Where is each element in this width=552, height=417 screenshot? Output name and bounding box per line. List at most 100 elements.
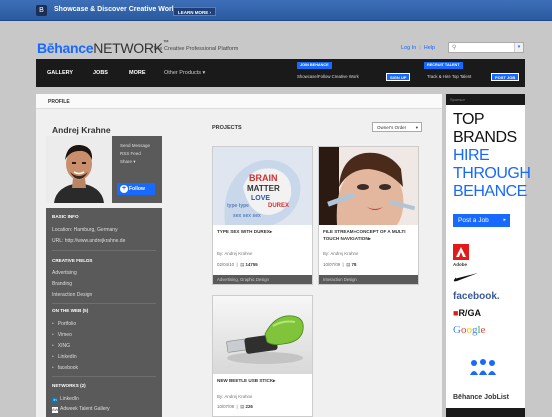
post-a-job-label: Post a Job [458, 217, 489, 224]
search-dropdown-button[interactable]: ▾ [514, 43, 523, 52]
behance-badge-icon: B [36, 5, 47, 16]
project-card[interactable]: FILE STREAM»CONCEPT OF A MULTI TOUCH NAV… [318, 146, 419, 285]
tagline: The Creative Professional Platform [153, 46, 239, 52]
help-link[interactable]: Help [424, 45, 435, 51]
rga-text: R/GA [458, 308, 481, 318]
web-link-xing[interactable]: XING [52, 343, 70, 349]
header-links: Log In | Help [401, 45, 436, 51]
nike-logo [453, 272, 479, 284]
profile-bar: PROFILE [36, 94, 442, 109]
web-link-portfolio[interactable]: Portfolio [52, 321, 76, 327]
ad-headline-line: BRANDS [453, 129, 517, 146]
brand-logo[interactable]: BēhanceNETWORK™ [37, 40, 169, 56]
profile-name: Andrej Krahne [52, 125, 111, 135]
joblist-logo: Bēhance JobList [453, 394, 510, 401]
recruit-tag: RECRUIT TALENT [424, 62, 463, 69]
project-author[interactable]: By: Andrej Krahne [217, 251, 252, 256]
plus-icon: + [120, 185, 128, 193]
network-adweek[interactable]: AW Adweek Talent Gallery [52, 406, 110, 413]
sort-select[interactable]: Owner's Order ▾ [372, 122, 422, 132]
project-card[interactable]: NEW BEETLE USB STICK▸ By: Andrej Krahne … [212, 295, 313, 417]
views-icon: ▤ [240, 404, 245, 409]
divider [52, 376, 156, 377]
project-tags[interactable]: Interaction Design [319, 275, 418, 284]
web-link-vimeo[interactable]: Vimeo [52, 332, 72, 338]
nav-other-products[interactable]: Other Products ▾ [164, 70, 205, 76]
creative-fields-heading: CREATIVE FIELDS [52, 258, 93, 263]
follow-button[interactable]: + Follow [117, 183, 155, 195]
learn-more-button[interactable]: LEARN MORE › [173, 7, 216, 16]
basic-info-heading: BASIC INFO [52, 214, 79, 219]
network-linkedin[interactable]: in LinkedIn [52, 396, 79, 403]
web-link-linkedin[interactable]: LinkedIn [52, 354, 77, 360]
artwork-word: DUREX [268, 203, 289, 209]
adobe-text: Adobe [453, 262, 467, 267]
creative-field-item[interactable]: Branding [52, 281, 72, 287]
project-card[interactable]: BRAIN MATTER LOVE DUREX type type sex se… [212, 146, 313, 285]
search-input[interactable]: ⚲ ▾ [448, 42, 524, 53]
project-thumbnail[interactable]: BRAIN MATTER LOVE DUREX type type sex se… [213, 147, 312, 225]
views-icon: ▤ [346, 262, 351, 267]
nav-jobs[interactable]: JOBS [93, 70, 108, 76]
facebook-logo: facebook. [453, 291, 500, 302]
project-thumbnail[interactable] [319, 147, 418, 225]
project-date: 10/07/09 [323, 262, 341, 267]
profile-sidebar: BASIC INFO Location: Hamburg, Germany UR… [46, 208, 162, 417]
artwork-word: sex sex sex [233, 213, 261, 219]
project-date: 10/07/09 [217, 404, 235, 409]
network-label: LinkedIn [60, 396, 79, 402]
artwork-word: LOVE [251, 195, 270, 202]
sponsor-label: Sponsor [446, 94, 525, 105]
project-meta: 10/07/09 | ▤ 226 [217, 404, 253, 409]
nav-gallery[interactable]: GALLERY [47, 70, 73, 76]
project-author[interactable]: By: Andrej Krahne [323, 251, 358, 256]
linkedin-icon: in [52, 397, 58, 403]
project-date: 02/04/10 [217, 262, 235, 267]
creative-field-item[interactable]: Advertising [52, 270, 77, 276]
profile-label: PROFILE [48, 99, 70, 105]
recruit-promo: RECRUIT TALENT Track & Hire Top Talent P… [424, 60, 524, 87]
brand-bold: Bēhance [37, 40, 94, 56]
share-link[interactable]: Share ▾ [120, 159, 136, 165]
adobe-logo: Adobe [453, 244, 469, 267]
post-job-button[interactable]: POST JOB [491, 73, 520, 81]
google-logo: Google [453, 324, 486, 336]
networks-heading: NETWORKS (2) [52, 383, 86, 388]
artwork-word: type type [227, 203, 249, 209]
location-text: Location: Hamburg, Germany [52, 227, 118, 233]
recruit-text: Track & Hire Top Talent [427, 74, 472, 79]
project-title[interactable]: TYPE SEX WITH DUREX▸ [217, 228, 309, 235]
project-meta: 02/04/10 | ▤ 14755 [217, 262, 258, 267]
project-title[interactable]: FILE STREAM»CONCEPT OF A MULTI TOUCH NAV… [323, 228, 415, 242]
url-link[interactable]: URL: http://www.andrejkrahne.de [52, 238, 125, 244]
project-author[interactable]: By: Andrej Krahne [217, 394, 252, 399]
nav-more[interactable]: MORE [129, 70, 146, 76]
sponsor-footer [446, 408, 525, 417]
network-label: Adweek Talent Gallery [60, 406, 110, 412]
rss-feed-link[interactable]: RSS Feed [120, 151, 141, 156]
project-views: 226 [245, 404, 253, 409]
login-link[interactable]: Log In [401, 45, 416, 51]
sort-value: Owner's Order [377, 125, 407, 130]
project-title[interactable]: NEW BEETLE USB STICK▸ [217, 377, 309, 384]
on-the-web-heading: ON THE WEB (5) [52, 308, 89, 313]
creative-field-item[interactable]: Interaction Design [52, 292, 92, 298]
ad-headline-line: THROUGH [453, 165, 531, 182]
send-message-link[interactable]: Send Message [120, 143, 150, 148]
chevron-down-icon: ▾ [415, 125, 418, 130]
sign-up-button[interactable]: SIGN UP [386, 73, 411, 81]
divider [52, 303, 156, 304]
post-a-job-button[interactable]: Post a Job ▸ [453, 214, 510, 227]
people-illustration-icon [468, 359, 498, 379]
ad-headline-line: HIRE [453, 147, 490, 164]
ad-headline-line: BEHANCE [453, 183, 527, 200]
join-tag: JOIN BEHANCE [297, 62, 332, 69]
search-icon: ⚲ [452, 45, 457, 51]
project-thumbnail[interactable] [213, 296, 312, 374]
project-tags[interactable]: Advertising, Graphic Design [213, 275, 312, 284]
ad-headline-line: TOP [453, 111, 485, 128]
top-banner: B Showcase & Discover Creative Work LEAR… [0, 0, 552, 21]
web-link-facebook[interactable]: facebook [52, 365, 78, 371]
project-views: 14755 [245, 262, 258, 267]
sponsor-ad[interactable]: Sponsor TOP BRANDS HIRE THROUGH BEHANCE … [446, 94, 531, 417]
